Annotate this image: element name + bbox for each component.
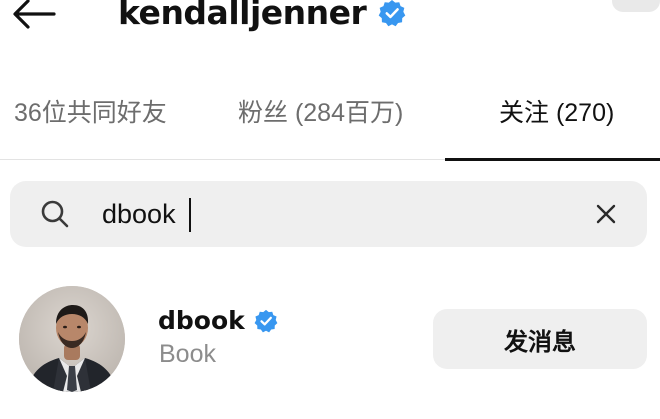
connection-tabs: 36位共同好友 粉丝 (284百万) 关注 (270): [0, 82, 660, 161]
active-tab-indicator: [445, 158, 660, 161]
back-button[interactable]: [12, 0, 56, 34]
search-bar: [10, 181, 647, 247]
avatar[interactable]: [19, 286, 125, 392]
arrow-left-icon: [13, 0, 56, 29]
options-pill[interactable]: [612, 0, 660, 12]
text-cursor: [189, 198, 191, 232]
profile-username: kendalljenner: [118, 0, 367, 32]
result-full-name: Book: [159, 340, 216, 368]
tab-following[interactable]: 关注 (270): [499, 96, 614, 130]
message-button[interactable]: 发消息: [433, 309, 647, 369]
close-icon[interactable]: [592, 200, 620, 228]
verified-badge-icon: [378, 0, 406, 27]
search-icon: [40, 199, 70, 229]
verified-badge-icon: [254, 309, 278, 333]
tab-mutual-friends[interactable]: 36位共同好友: [14, 96, 167, 130]
page: kendalljenner 36位共同好友 粉丝 (284百万) 关注 (270…: [0, 0, 660, 419]
result-username[interactable]: dbook: [158, 305, 245, 337]
profile-username-group: kendalljenner: [118, 0, 406, 35]
search-input[interactable]: [102, 194, 572, 234]
profile-header: kendalljenner: [0, 0, 660, 40]
result-username-group: dbook: [158, 305, 278, 337]
tab-followers[interactable]: 粉丝 (284百万): [238, 96, 403, 130]
list-item[interactable]: dbook Book 发消息: [0, 280, 660, 400]
